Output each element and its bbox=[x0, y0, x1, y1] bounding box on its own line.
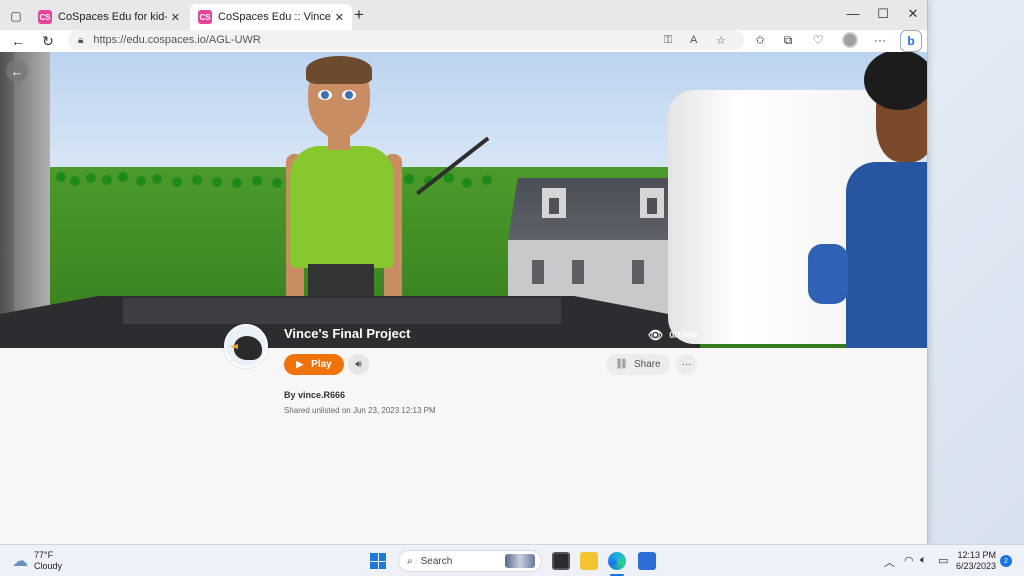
close-tab-icon[interactable]: ✕ bbox=[335, 11, 344, 24]
play-button[interactable]: ▶ Play bbox=[284, 354, 344, 375]
play-label: Play bbox=[311, 359, 332, 370]
browser-window: ▢ CS CoSpaces Edu for kid-friendly 3D ✕ … bbox=[0, 0, 928, 544]
weather-desc: Cloudy bbox=[34, 561, 63, 571]
search-placeholder: Search bbox=[420, 555, 453, 567]
tab-actions-icon[interactable]: ▢ bbox=[6, 6, 26, 26]
cospaces-favicon-icon: CS bbox=[198, 10, 212, 24]
author-name: By vince.R666 bbox=[284, 390, 346, 400]
close-window-button[interactable]: ✕ bbox=[898, 6, 927, 22]
project-title: Vince's Final Project bbox=[284, 326, 411, 341]
tab-cospaces-home[interactable]: CS CoSpaces Edu for kid-friendly 3D ✕ bbox=[30, 4, 188, 30]
scene-viewer[interactable]: ← Vince's Final Project 👁︎ 0/1000 bbox=[0, 52, 927, 348]
clock-date: 6/23/2023 bbox=[956, 561, 997, 571]
tab-title: CoSpaces Edu for kid-friendly 3D bbox=[58, 11, 167, 23]
clock-time: 12:13 PM bbox=[957, 550, 996, 560]
tab-title: CoSpaces Edu :: Vince's Final Proj bbox=[218, 11, 331, 23]
chevron-up-icon[interactable]: ︿ bbox=[884, 554, 895, 570]
share-label: Share bbox=[634, 359, 661, 370]
cospaces-favicon-icon: CS bbox=[38, 10, 52, 24]
close-tab-icon[interactable]: ✕ bbox=[171, 11, 180, 24]
speaker-icon: 🔊︎ bbox=[355, 359, 362, 370]
search-icon: ⌕ bbox=[407, 555, 413, 567]
notification-badge[interactable]: 2 bbox=[1000, 555, 1012, 567]
weather-widget[interactable]: ☁ 77°F Cloudy bbox=[12, 550, 62, 572]
maximize-button[interactable]: ☐ bbox=[868, 6, 898, 22]
tab-bar: ▢ CS CoSpaces Edu for kid-friendly 3D ✕ … bbox=[0, 0, 927, 30]
favorite-star-icon[interactable]: ☆ bbox=[716, 34, 726, 47]
character-blue-jacket bbox=[806, 52, 927, 348]
project-details: ▶ Play 🔊︎ ⛓ Share ··· By vince.R666 Shar… bbox=[0, 324, 927, 544]
refresh-button[interactable]: ↻ bbox=[38, 32, 58, 50]
more-actions-button[interactable]: ··· bbox=[676, 354, 697, 375]
share-button[interactable]: ⛓ Share bbox=[606, 354, 670, 375]
browser-essentials-icon[interactable]: ♡ bbox=[808, 33, 828, 47]
view-counter: 👁︎ 0/1000 bbox=[648, 328, 697, 342]
task-view-icon[interactable] bbox=[552, 552, 570, 570]
edge-icon[interactable] bbox=[608, 552, 626, 570]
bird-icon bbox=[234, 336, 262, 360]
taskbar-search[interactable]: ⌕ Search bbox=[398, 550, 542, 572]
cloud-icon: ☁ bbox=[12, 553, 28, 570]
taskbar: ☁ 77°F Cloudy ⌕ Search ︿ ◠ 🔈︎ ▭ 12:13 PM… bbox=[0, 544, 1024, 576]
browser-toolbar: ← ↻ 🔒︎ https://edu.cospaces.io/AGL-UWR ⚿… bbox=[0, 30, 927, 52]
play-icon: ▶ bbox=[296, 359, 304, 369]
more-options-icon[interactable]: ··· bbox=[870, 33, 890, 47]
collections-icon[interactable]: ⧉ bbox=[778, 33, 798, 48]
battery-icon[interactable]: ▭ bbox=[938, 554, 948, 567]
minimize-button[interactable]: — bbox=[838, 6, 868, 21]
address-bar[interactable]: 🔒︎ https://edu.cospaces.io/AGL-UWR ⚿ A ☆ bbox=[68, 30, 744, 50]
link-icon: ⛓ bbox=[615, 359, 628, 370]
file-explorer-icon[interactable] bbox=[580, 552, 598, 570]
start-button[interactable] bbox=[370, 553, 386, 569]
shared-info: Shared unlisted on Jun 23, 2023 12:13 PM bbox=[284, 406, 436, 415]
store-icon[interactable] bbox=[638, 552, 656, 570]
eye-icon: 👁︎ bbox=[648, 328, 664, 342]
lock-icon: 🔒︎ bbox=[78, 34, 84, 46]
view-count: 0/1000 bbox=[669, 330, 697, 340]
back-button[interactable]: ← bbox=[8, 32, 28, 50]
clock[interactable]: 12:13 PM 6/23/2023 bbox=[956, 550, 996, 572]
speaker-icon[interactable]: 🔈︎ bbox=[920, 554, 927, 567]
tab-final-project[interactable]: CS CoSpaces Edu :: Vince's Final Proj ✕ bbox=[190, 4, 352, 30]
character-green-shirt bbox=[286, 56, 402, 308]
bing-chat-icon[interactable]: b bbox=[900, 30, 922, 52]
wifi-icon[interactable]: ◠ bbox=[904, 554, 914, 567]
favorites-icon[interactable]: ✩ bbox=[750, 33, 770, 47]
author-avatar[interactable] bbox=[224, 324, 268, 368]
url-text: https://edu.cospaces.io/AGL-UWR bbox=[93, 34, 261, 46]
more-icon: ··· bbox=[681, 359, 692, 370]
weather-temp: 77°F bbox=[34, 550, 54, 560]
key-icon[interactable]: ⚿ bbox=[664, 34, 672, 47]
read-aloud-icon[interactable]: A bbox=[690, 34, 697, 46]
search-highlight-image bbox=[505, 554, 535, 568]
profile-avatar[interactable] bbox=[842, 32, 858, 48]
scene-back-button[interactable]: ← bbox=[6, 60, 28, 82]
sound-toggle-button[interactable]: 🔊︎ bbox=[348, 354, 369, 375]
new-tab-button[interactable]: + bbox=[354, 6, 364, 24]
